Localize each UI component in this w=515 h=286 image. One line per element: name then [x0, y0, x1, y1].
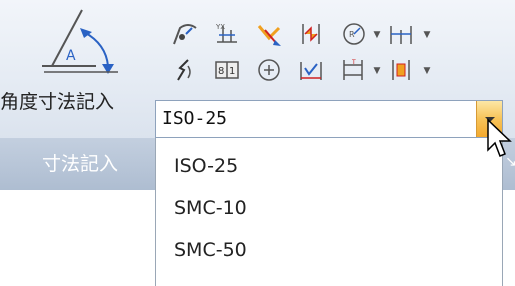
ordinate-dimension-icon[interactable]: YX [213, 20, 241, 48]
space-dropdown-arrow-icon[interactable]: ▼ [422, 66, 432, 76]
svg-text:A: A [66, 48, 76, 64]
linear-dimension-icon[interactable] [387, 20, 415, 48]
dropdown-item-smc-50[interactable]: SMC-50 [156, 230, 502, 270]
angle-dimension-icon[interactable]: A [22, 2, 140, 80]
dimension-style-value: ISO-25 [162, 108, 228, 129]
dimension-space-icon[interactable] [387, 56, 415, 84]
mouse-pointer-icon [486, 118, 514, 162]
linear-dropdown-arrow-icon[interactable]: ▼ [422, 30, 432, 40]
dropdown-item-smc-10[interactable]: SMC-10 [156, 188, 502, 228]
svg-text:8: 8 [218, 66, 224, 77]
svg-text:1: 1 [229, 66, 235, 77]
break-dimension-icon[interactable] [297, 20, 325, 48]
radius-dropdown-arrow-icon[interactable]: ▼ [372, 30, 382, 40]
dimension-style-dropdown-list: ISO-25 SMC-10 SMC-50 [155, 138, 503, 286]
center-mark-icon[interactable] [255, 56, 283, 84]
inspection-dimension-icon[interactable] [297, 56, 325, 84]
baseline-dropdown-arrow-icon[interactable]: ▼ [372, 66, 382, 76]
panel-title: 寸法記入 [41, 153, 118, 175]
arc-dimension-icon[interactable] [170, 20, 198, 48]
svg-text:YX: YX [215, 23, 225, 31]
ribbon-panel: A 角度寸法記入 YX R ▼ ▼ 81 T ▼ ▼ ISO-25 [0, 0, 515, 138]
dimension-table-icon[interactable]: 81 [213, 56, 241, 84]
svg-text:T: T [351, 59, 356, 66]
baseline-dimension-icon[interactable]: T [340, 56, 368, 84]
jogged-dimension-icon[interactable] [170, 56, 198, 84]
svg-text:R: R [349, 30, 355, 39]
angle-dimension-label[interactable]: 角度寸法記入 [0, 86, 160, 118]
dropdown-item-iso-25[interactable]: ISO-25 [156, 146, 502, 186]
leader-dimension-icon[interactable] [255, 20, 283, 48]
dimension-style-combo[interactable]: ISO-25 [155, 100, 503, 138]
radius-dimension-icon[interactable]: R [340, 20, 368, 48]
